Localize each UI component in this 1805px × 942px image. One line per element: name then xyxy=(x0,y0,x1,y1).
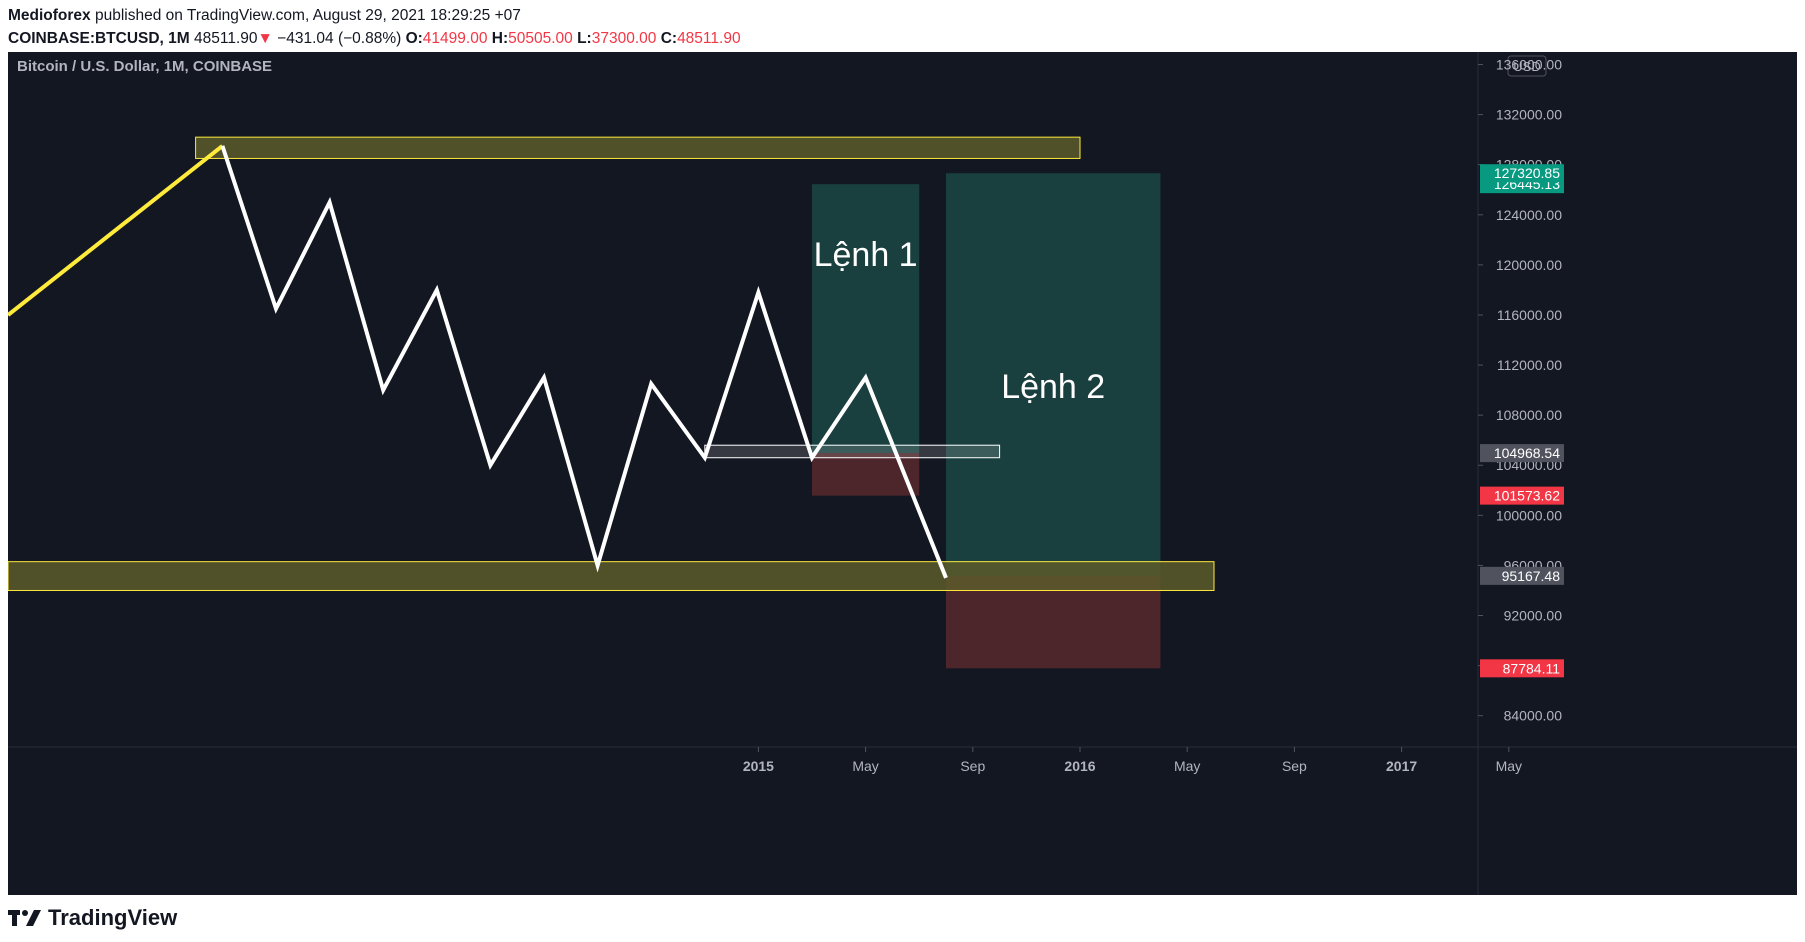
x-tick-label: 2017 xyxy=(1386,758,1417,774)
y-tick-label: 112000.00 xyxy=(1497,357,1562,373)
x-tick-label: 2015 xyxy=(743,758,774,774)
y-tick-label: 120000.00 xyxy=(1496,257,1562,273)
position-1-entry-price: 104968.54 xyxy=(1494,445,1560,461)
position-2-label: Lệnh 2 xyxy=(1001,368,1105,406)
published-text: published on TradingView.com, August 29,… xyxy=(95,7,521,24)
y-tick-label: 116000.00 xyxy=(1497,307,1562,323)
position-2-target-price: 127320.85 xyxy=(1494,165,1560,181)
position-2-entry-price: 95167.48 xyxy=(1502,568,1561,584)
ohlc-open-label: O: xyxy=(405,30,423,47)
price-chart[interactable]: USD84000.0088000.0092000.0096000.0010000… xyxy=(6,52,1797,895)
publish-line: Medioforex published on TradingView.com,… xyxy=(8,4,1797,27)
author-name[interactable]: Medioforex xyxy=(8,7,91,24)
resistance-zone xyxy=(195,136,1081,159)
ohlc-close-value: 48511.90 xyxy=(677,30,741,47)
last-price: 48511.90 xyxy=(194,30,258,47)
chart-header: Medioforex published on TradingView.com,… xyxy=(8,4,1797,50)
symbol-label[interactable]: COINBASE:BTCUSD, 1M xyxy=(8,30,190,47)
y-tick-label: 136000.00 xyxy=(1496,57,1562,73)
tradingview-brand: TradingView xyxy=(48,905,178,930)
level-zone xyxy=(704,444,1001,459)
chart-frame[interactable]: USD84000.0088000.0092000.0096000.0010000… xyxy=(6,52,1797,895)
chart-title: Bitcoin / U.S. Dollar, 1M, COINBASE xyxy=(17,58,272,75)
tradingview-logo[interactable]: TradingView xyxy=(8,900,177,936)
position-1-label: Lệnh 1 xyxy=(814,236,918,274)
y-tick-label: 124000.00 xyxy=(1496,207,1562,223)
price-change: −431.04 (−0.88%) xyxy=(277,30,402,47)
ohlc-close-label: C: xyxy=(660,30,678,47)
ohlc-high-label: H: xyxy=(491,30,509,47)
y-tick-label: 100000.00 xyxy=(1496,507,1562,523)
x-tick-label: May xyxy=(1496,758,1522,774)
support-zone xyxy=(7,561,1215,591)
x-tick-label: Sep xyxy=(1282,758,1307,774)
ohlc-low-label: L: xyxy=(577,30,592,47)
ohlc-high-value: 50505.00 xyxy=(508,30,573,47)
position-2-stop-price: 87784.11 xyxy=(1503,660,1561,676)
position-1-profit-zone xyxy=(812,184,920,454)
ohlc-open-value: 41499.00 xyxy=(422,30,488,47)
y-tick-label: 84000.00 xyxy=(1504,708,1563,724)
y-tick-label: 132000.00 xyxy=(1496,107,1562,123)
symbol-line: COINBASE:BTCUSD, 1M 48511.90▼ −431.04 (−… xyxy=(8,27,1797,50)
y-tick-label: 108000.00 xyxy=(1496,407,1562,423)
position-1-stop-price: 101573.62 xyxy=(1494,488,1560,504)
y-tick-label: 92000.00 xyxy=(1504,608,1563,624)
x-tick-label: May xyxy=(852,758,878,774)
x-tick-label: Sep xyxy=(960,758,985,774)
x-tick-label: 2016 xyxy=(1064,758,1095,774)
x-tick-label: May xyxy=(1174,758,1200,774)
tradingview-logo-icon xyxy=(8,910,41,926)
change-down-icon: ▼ xyxy=(257,30,273,47)
ohlc-low-value: 37300.00 xyxy=(591,30,657,47)
